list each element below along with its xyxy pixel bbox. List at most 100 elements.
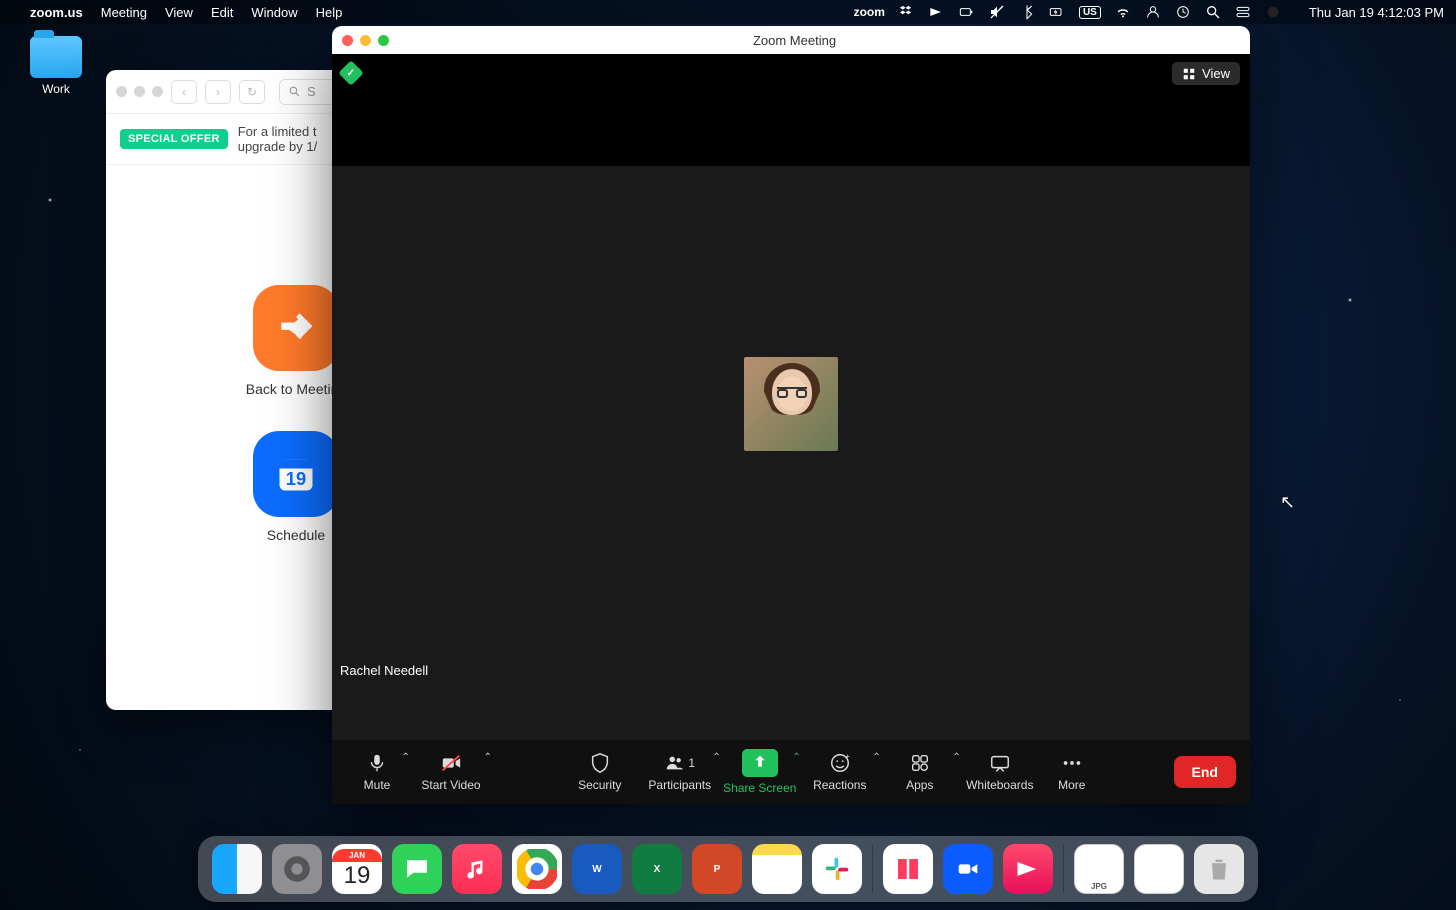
end-meeting-button[interactable]: End: [1174, 756, 1236, 788]
camera-off-icon: [440, 752, 462, 774]
dock-system-preferences[interactable]: [272, 844, 322, 894]
status-zoom[interactable]: zoom: [854, 5, 885, 19]
participant-count: 1: [688, 756, 695, 770]
shield-icon: [589, 752, 611, 774]
share-up-icon: [749, 752, 771, 774]
status-snagit-icon[interactable]: [929, 4, 945, 20]
tool-label: More: [1058, 778, 1085, 792]
nav-history-button[interactable]: ↻: [239, 80, 265, 104]
reactions-button[interactable]: + ⌃ Reactions: [801, 744, 879, 800]
traffic-lights[interactable]: [116, 86, 163, 97]
tool-label: Apps: [906, 778, 933, 792]
status-charging-icon[interactable]: [1049, 4, 1065, 20]
participant-avatar[interactable]: [744, 357, 838, 451]
dock-news[interactable]: [883, 844, 933, 894]
mute-button[interactable]: ⌃ Mute: [346, 744, 408, 800]
participants-button[interactable]: 1 ⌃ Participants: [641, 744, 719, 800]
dock-slack[interactable]: [812, 844, 862, 894]
svg-text:19: 19: [286, 468, 306, 489]
calendar-icon: 19: [253, 431, 339, 517]
dock-calendar[interactable]: JAN 19: [332, 844, 382, 894]
status-wifi-icon[interactable]: [1115, 4, 1131, 20]
nav-forward-button[interactable]: ›: [205, 80, 231, 104]
chevron-up-icon[interactable]: ⌃: [402, 752, 410, 763]
dock-file-jpg[interactable]: JPG: [1074, 844, 1124, 894]
people-icon: [664, 752, 686, 774]
dock-excel[interactable]: X: [632, 844, 682, 894]
app-menu[interactable]: zoom.us: [30, 5, 83, 20]
menu-meeting[interactable]: Meeting: [101, 5, 147, 20]
view-label: View: [1202, 66, 1230, 81]
smile-icon: +: [829, 752, 851, 774]
file-badge: JPG: [1091, 882, 1107, 891]
dock-file-generic[interactable]: [1134, 844, 1184, 894]
tile-label: Schedule: [267, 527, 325, 543]
tool-label: Security: [578, 778, 621, 792]
meeting-toolbar: ⌃ Mute ⌃ Start Video Security 1: [332, 740, 1250, 804]
status-battery-icon[interactable]: [959, 4, 975, 20]
menu-window[interactable]: Window: [251, 5, 297, 20]
dock-snagit[interactable]: [1003, 844, 1053, 894]
chevron-up-icon[interactable]: ⌃: [952, 752, 960, 763]
dock: JAN 19 W X P JPG: [198, 836, 1258, 902]
view-layout-button[interactable]: View: [1172, 62, 1240, 85]
share-screen-button[interactable]: ⌃ Share Screen: [721, 744, 799, 800]
folder-icon: [30, 36, 82, 78]
video-stage: View Rachel Needell ⌃ Mute ⌃ Start Video: [332, 54, 1250, 804]
status-mute-icon[interactable]: [989, 4, 1005, 20]
menu-help[interactable]: Help: [316, 5, 343, 20]
status-spotlight-icon[interactable]: [1205, 4, 1221, 20]
dock-trash[interactable]: [1194, 844, 1244, 894]
tool-label: Participants: [648, 778, 711, 792]
cal-month: JAN: [332, 849, 382, 862]
security-button[interactable]: Security: [561, 744, 639, 800]
tool-label: Whiteboards: [966, 778, 1033, 792]
special-offer-badge: SPECIAL OFFER: [120, 129, 228, 149]
more-button[interactable]: More: [1041, 744, 1103, 800]
menu-view[interactable]: View: [165, 5, 193, 20]
status-dropbox-icon[interactable]: [899, 4, 915, 20]
dock-notes[interactable]: [752, 844, 802, 894]
dock-messages[interactable]: [392, 844, 442, 894]
whiteboards-button[interactable]: Whiteboards: [961, 744, 1039, 800]
dock-powerpoint[interactable]: P: [692, 844, 742, 894]
back-arrow-icon: [253, 285, 339, 371]
whiteboard-icon: [989, 752, 1011, 774]
banner-text: For a limited t upgrade by 1/: [238, 124, 318, 154]
search-placeholder: S: [307, 84, 316, 99]
status-user-icon[interactable]: [1145, 4, 1161, 20]
chevron-up-icon[interactable]: ⌃: [484, 752, 492, 763]
status-control-center-icon[interactable]: [1235, 4, 1251, 20]
tool-label: Mute: [364, 778, 391, 792]
status-siri-icon[interactable]: [1265, 4, 1281, 20]
search-icon: [288, 85, 301, 98]
status-input-source[interactable]: US: [1079, 6, 1101, 19]
microphone-icon: [366, 752, 388, 774]
participant-name-label: Rachel Needell: [340, 663, 428, 678]
chevron-up-icon[interactable]: ⌃: [792, 752, 800, 763]
folder-label: Work: [42, 82, 70, 96]
chevron-up-icon[interactable]: ⌃: [872, 752, 880, 763]
menubar-clock[interactable]: Thu Jan 19 4:12:03 PM: [1309, 5, 1444, 20]
cal-day: 19: [344, 862, 371, 890]
apps-button[interactable]: ⌃ Apps: [881, 744, 959, 800]
schedule-tile[interactable]: 19 Schedule: [253, 431, 339, 543]
start-video-button[interactable]: ⌃ Start Video: [412, 744, 490, 800]
desktop-folder-work[interactable]: Work: [26, 36, 86, 96]
status-timemachine-icon[interactable]: [1175, 4, 1191, 20]
meeting-titlebar[interactable]: Zoom Meeting: [332, 26, 1250, 54]
tool-label: Start Video: [421, 778, 480, 792]
dock-zoom[interactable]: [943, 844, 993, 894]
dock-finder[interactable]: [212, 844, 262, 894]
dock-chrome[interactable]: [512, 844, 562, 894]
menubar: zoom.us Meeting View Edit Window Help zo…: [0, 0, 1456, 24]
dock-music[interactable]: [452, 844, 502, 894]
chevron-up-icon[interactable]: ⌃: [712, 752, 720, 763]
mouse-cursor: ↖: [1280, 492, 1295, 513]
nav-back-button[interactable]: ‹: [171, 80, 197, 104]
svg-text:+: +: [845, 752, 849, 760]
status-bluetooth-icon[interactable]: [1019, 4, 1035, 20]
dock-word[interactable]: W: [572, 844, 622, 894]
traffic-lights[interactable]: [342, 35, 389, 46]
menu-edit[interactable]: Edit: [211, 5, 233, 20]
